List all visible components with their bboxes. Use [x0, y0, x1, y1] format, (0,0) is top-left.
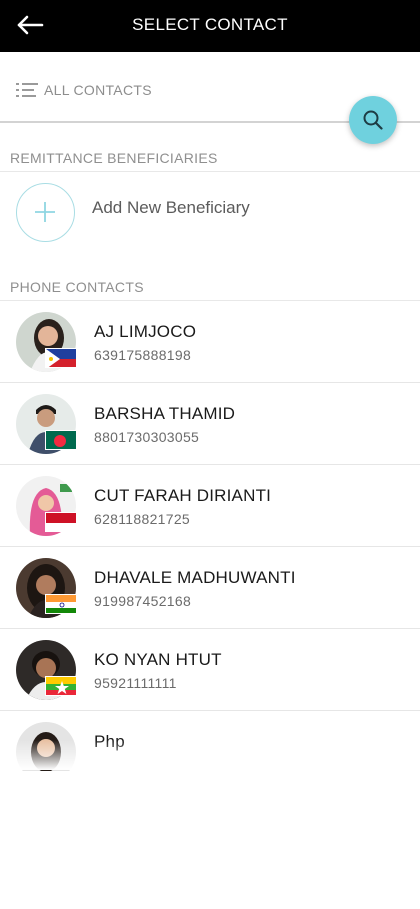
- myanmar-flag-icon: [45, 676, 77, 696]
- search-button[interactable]: [349, 96, 397, 144]
- add-beneficiary-circle: [16, 183, 75, 242]
- contact-phone: 95921111111: [94, 675, 177, 691]
- plus-icon: [35, 202, 55, 222]
- add-beneficiary-label: Add New Beneficiary: [92, 198, 250, 217]
- list-filter-icon: [16, 83, 38, 97]
- page-title: SELECT CONTACT: [132, 15, 288, 34]
- search-icon: [363, 110, 383, 130]
- philippines-flag-icon: [45, 348, 77, 368]
- phone-contacts-section-header: PHONE CONTACTS: [0, 273, 420, 301]
- contact-phone: 919987452168: [94, 593, 192, 609]
- contact-row[interactable]: BARSHA THAMID 8801730303055: [0, 383, 420, 465]
- contact-row[interactable]: AJ LIMJOCO 639175888198: [0, 301, 420, 383]
- contact-name: KO NYAN HTUT: [94, 650, 222, 669]
- india-flag-icon: [45, 594, 77, 614]
- contact-list: AJ LIMJOCO 639175888198 BARSHA THAMID 88…: [0, 301, 420, 771]
- top-app-bar: SELECT CONTACT: [0, 0, 420, 52]
- contact-row[interactable]: KO NYAN HTUT 95921111111: [0, 629, 420, 711]
- indonesia-flag-icon: [45, 512, 77, 532]
- all-contacts-filter-button[interactable]: ALL CONTACTS: [16, 78, 152, 102]
- contact-phone: 639175888198: [94, 347, 192, 363]
- filter-label: ALL CONTACTS: [44, 82, 152, 98]
- contact-phone: 8801730303055: [94, 429, 200, 445]
- add-new-beneficiary-button[interactable]: Add New Beneficiary: [0, 172, 420, 254]
- contact-row[interactable]: CUT FARAH DIRIANTI 628118821725: [0, 465, 420, 547]
- contact-row[interactable]: DHAVALE MADHUWANTI 919987452168: [0, 547, 420, 629]
- bangladesh-flag-icon: [45, 430, 77, 450]
- contact-name: DHAVALE MADHUWANTI: [94, 568, 296, 587]
- list-fade: [0, 740, 420, 770]
- contact-name: BARSHA THAMID: [94, 404, 236, 423]
- contact-name: CUT FARAH DIRIANTI: [94, 486, 272, 505]
- remittance-section-header: REMITTANCE BENEFICIARIES: [0, 144, 420, 172]
- contact-name: AJ LIMJOCO: [94, 322, 197, 341]
- contact-phone: 628118821725: [94, 511, 190, 527]
